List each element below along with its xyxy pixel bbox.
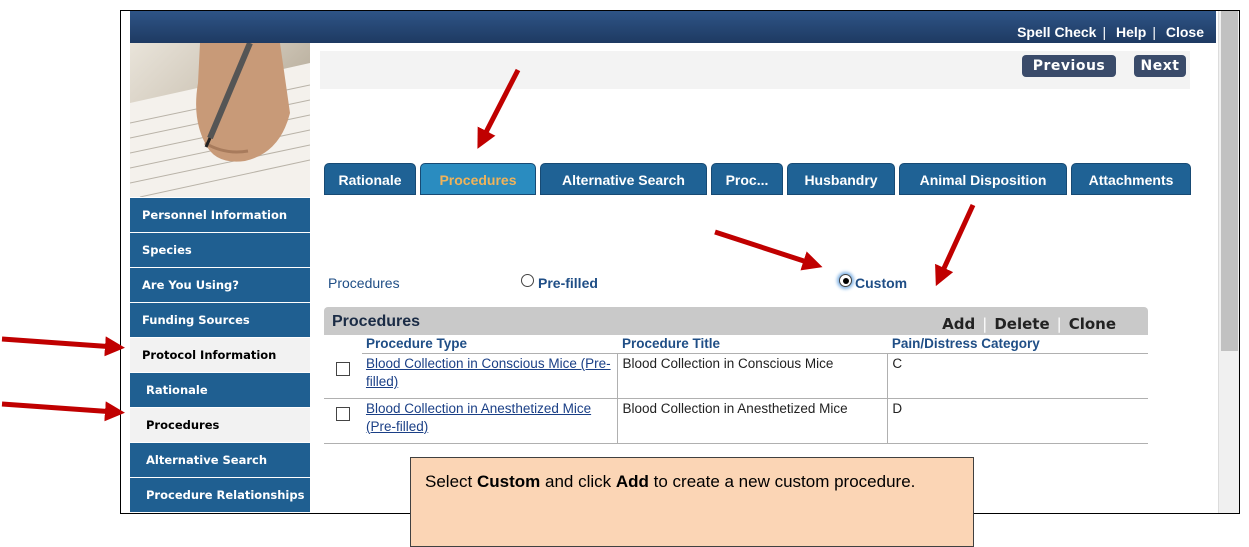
spell-check-link[interactable]: Spell Check <box>1017 24 1096 40</box>
tab-attachments[interactable]: Attachments <box>1071 163 1191 195</box>
select-column-header <box>324 335 362 354</box>
custom-label[interactable]: Custom <box>855 275 907 291</box>
top-links: Spell Check | Help | Close <box>1017 24 1204 40</box>
procedure-type-cell: Blood Collection in Conscious Mice (Pre-… <box>361 353 619 399</box>
tab-alternative-search[interactable]: Alternative Search <box>540 163 707 195</box>
window-edge <box>121 11 129 513</box>
procedure-type-link[interactable]: Blood Collection in Conscious Mice (Pre-… <box>366 356 611 389</box>
sidebar-item-procedure-relationships[interactable]: Procedure Relationships <box>130 477 310 512</box>
table-header-row: Procedure Type Procedure Title Pain/Dist… <box>324 335 1148 354</box>
table-row: Blood Collection in Anesthetized Mice (P… <box>324 398 1148 444</box>
sidebar-item-protocol-information[interactable]: Protocol Information <box>130 337 310 372</box>
sidebar-item-alternative-search[interactable]: Alternative Search <box>130 442 310 477</box>
procedure-title-cell: Blood Collection in Anesthetized Mice <box>617 398 889 444</box>
close-link[interactable]: Close <box>1166 24 1204 40</box>
table-row: Blood Collection in Conscious Mice (Pre-… <box>324 353 1148 399</box>
top-bar: Spell Check | Help | Close <box>130 11 1216 43</box>
procedures-table: Procedure Type Procedure Title Pain/Dist… <box>324 335 1148 444</box>
previous-button[interactable]: Previous <box>1022 55 1116 77</box>
sidebar-item-procedures[interactable]: Procedures <box>130 407 310 442</box>
grid-title: Procedures <box>332 313 421 330</box>
vertical-scrollbar[interactable] <box>1218 11 1239 513</box>
header-photo <box>130 43 310 197</box>
procedure-type-cell: Blood Collection in Anesthetized Mice (P… <box>361 398 619 444</box>
tab-rationale[interactable]: Rationale <box>324 163 416 195</box>
procedure-mode-label: Procedures <box>328 275 400 291</box>
callout-add-emphasis: Add <box>615 472 649 491</box>
arrow-to-procedures-item <box>1 401 125 422</box>
pain-category-cell: D <box>887 398 1148 444</box>
procedure-type-header[interactable]: Procedure Type <box>361 335 618 354</box>
row-checkbox[interactable] <box>336 406 350 421</box>
help-link[interactable]: Help <box>1116 24 1146 40</box>
tab-procedures[interactable]: Procedures <box>420 163 536 195</box>
sidebar-item-species[interactable]: Species <box>130 232 310 267</box>
grid-header: Procedures Add | Delete | Clone <box>324 307 1148 335</box>
scrollbar-thumb[interactable] <box>1221 11 1238 351</box>
custom-radio[interactable] <box>839 274 852 287</box>
sidebar-item-rationale[interactable]: Rationale <box>130 372 310 407</box>
pain-category-cell: C <box>887 353 1148 399</box>
pre-filled-label[interactable]: Pre-filled <box>538 275 598 291</box>
delete-button[interactable]: Delete <box>994 315 1049 333</box>
tab-animal-disposition[interactable]: Animal Disposition <box>899 163 1067 195</box>
pain-category-header[interactable]: Pain/Distress Category <box>887 335 1148 354</box>
next-button[interactable]: Next <box>1134 55 1186 77</box>
sidebar-item-are-you-using[interactable]: Are You Using? <box>130 267 310 302</box>
grid-actions: Add | Delete | Clone <box>942 315 1116 333</box>
sidebar: Personnel Information Species Are You Us… <box>130 43 310 513</box>
callout-custom-emphasis: Custom <box>476 472 541 491</box>
procedure-title-header[interactable]: Procedure Title <box>617 335 888 354</box>
row-checkbox[interactable] <box>336 361 350 376</box>
sidebar-item-funding-sources[interactable]: Funding Sources <box>130 302 310 337</box>
tab-husbandry[interactable]: Husbandry <box>787 163 895 195</box>
instruction-callout: Select Custom and click Add to create a … <box>410 457 974 547</box>
add-button[interactable]: Add <box>942 315 975 333</box>
row-select-cell <box>324 353 362 399</box>
tab-proc[interactable]: Proc... <box>711 163 783 195</box>
application-window: Spell Check | Help | Close Personnel Inf… <box>120 10 1240 514</box>
pre-filled-radio[interactable] <box>521 274 534 287</box>
procedure-title-cell: Blood Collection in Conscious Mice <box>617 353 889 399</box>
arrow-to-protocol-information <box>1 336 125 357</box>
procedure-mode-row: Procedures Pre-filled Custom <box>328 273 1028 293</box>
sidebar-item-personnel-information[interactable]: Personnel Information <box>130 197 310 232</box>
clone-button[interactable]: Clone <box>1069 315 1116 333</box>
row-select-cell <box>324 398 362 444</box>
procedure-type-link[interactable]: Blood Collection in Anesthetized Mice (P… <box>366 401 591 434</box>
